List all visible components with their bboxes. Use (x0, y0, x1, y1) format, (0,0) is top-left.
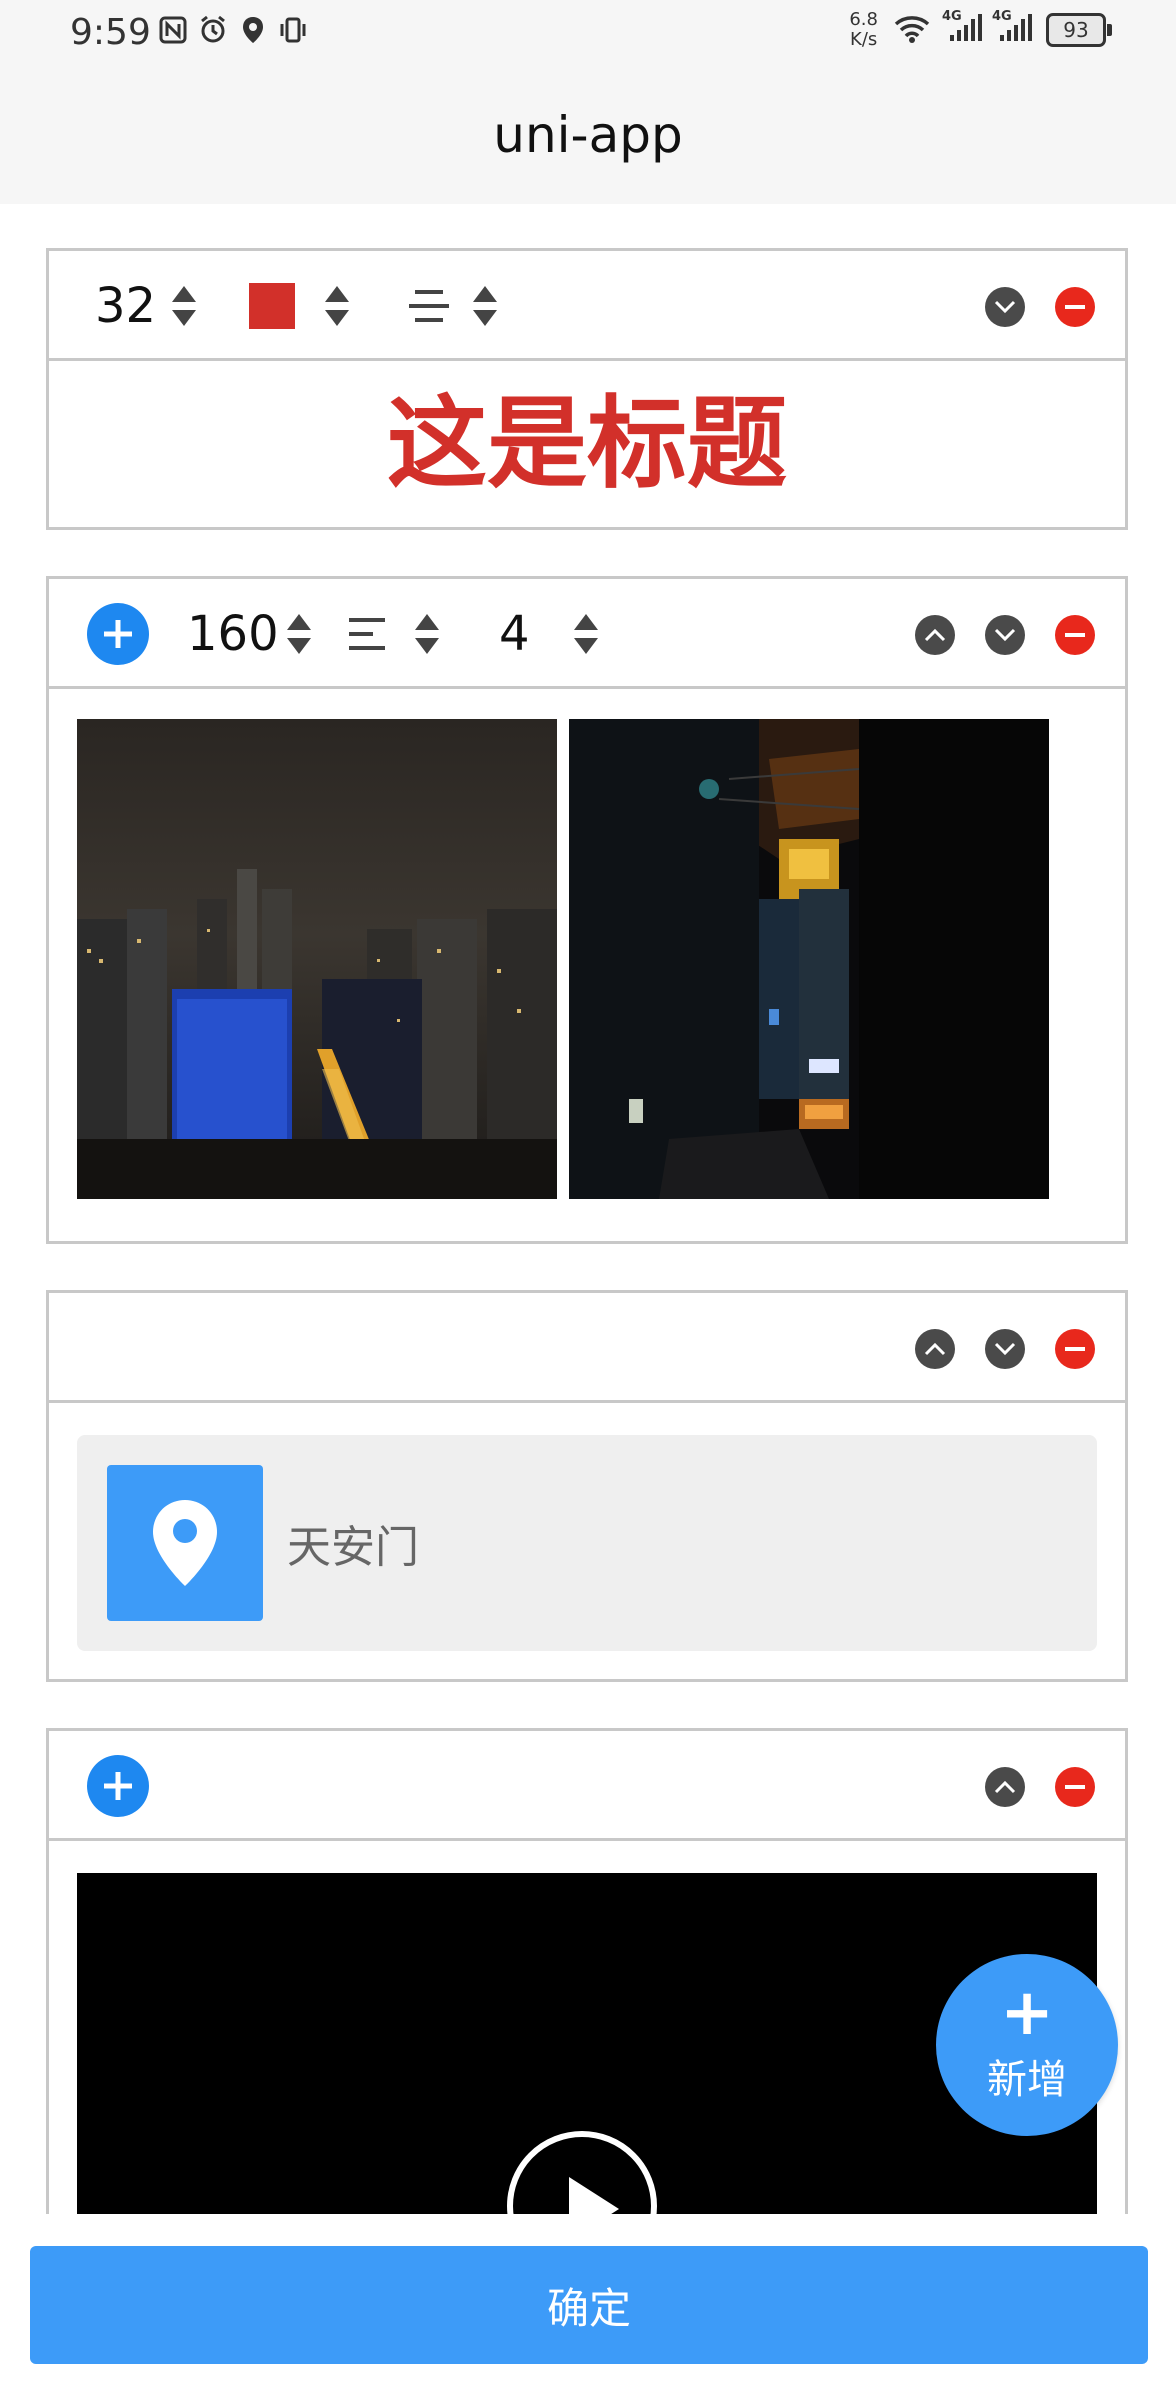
confirm-button[interactable]: 确定 (30, 2246, 1148, 2364)
add-video-button[interactable] (87, 1755, 149, 1817)
signal-icon-1: 4G (942, 9, 982, 47)
minus-icon (1065, 1347, 1085, 1351)
location-icon (238, 14, 268, 46)
chevron-down-icon (994, 300, 1016, 314)
minus-icon (1065, 305, 1085, 309)
image-align-stepper-icon[interactable] (413, 612, 441, 656)
map-pin-icon (107, 1465, 263, 1621)
move-up-button[interactable] (915, 1329, 955, 1369)
add-block-button[interactable]: + 新增 (936, 1954, 1118, 2136)
nfc-icon (158, 14, 188, 46)
status-time: 9:59 (70, 12, 151, 53)
minus-icon (1065, 633, 1085, 637)
font-size-value: 32 (95, 278, 157, 334)
add-block-label: 新增 (987, 2057, 1067, 2103)
font-size-stepper-icon[interactable] (170, 284, 198, 328)
bottom-bar: 确定 (0, 2214, 1176, 2400)
location-block-card: 天安门 (46, 1290, 1128, 1682)
night-city-skyline-photo[interactable] (77, 719, 557, 1199)
plus-icon (104, 1772, 132, 1800)
vibrate-icon (278, 14, 308, 46)
title-block-toolbar: 32 (49, 251, 1125, 361)
image-columns-control: 4 (499, 579, 600, 689)
align-left-icon[interactable] (347, 614, 387, 654)
add-image-button[interactable] (87, 603, 149, 665)
page-title: uni-app (493, 106, 683, 164)
plus-icon (104, 620, 132, 648)
image-height-stepper-icon[interactable] (285, 612, 313, 656)
move-up-button[interactable] (915, 615, 955, 655)
status-left-icons (158, 14, 308, 46)
image-block-toolbar: 160 4 (49, 579, 1125, 689)
font-size-control: 32 (95, 251, 198, 361)
video-block-toolbar (49, 1731, 1125, 1841)
delete-block-button[interactable] (1055, 1767, 1095, 1807)
wifi-icon (892, 12, 932, 48)
delete-block-button[interactable] (1055, 287, 1095, 327)
location-block-toolbar (49, 1293, 1125, 1403)
signal-1-label: 4G (942, 9, 962, 24)
navigation-bar: uni-app (0, 72, 1176, 204)
move-down-button[interactable] (985, 287, 1025, 327)
color-control (249, 251, 351, 361)
night-alley-photo[interactable] (569, 719, 1049, 1199)
align-control (407, 251, 499, 361)
image-block-card: 160 4 (46, 576, 1128, 1244)
delete-block-button[interactable] (1055, 1329, 1095, 1369)
status-bar: 9:59 6.8 K/s 4G 4G 93 (0, 0, 1176, 72)
location-item[interactable]: 天安门 (77, 1435, 1097, 1651)
chevron-up-icon (924, 1342, 946, 1356)
align-center-icon[interactable] (407, 286, 451, 326)
plus-icon: + (1000, 1976, 1054, 2050)
move-up-button[interactable] (985, 1767, 1025, 1807)
image-columns-value: 4 (499, 606, 530, 662)
move-down-button[interactable] (985, 1329, 1025, 1369)
network-speed-value: 6.8 (849, 9, 878, 30)
delete-block-button[interactable] (1055, 615, 1095, 655)
status-right: 6.8 K/s 4G 4G 93 (849, 9, 1112, 50)
image-align-control (347, 579, 441, 689)
chevron-up-icon (924, 628, 946, 642)
title-block-card: 32 这是标题 (46, 248, 1128, 530)
chevron-down-icon (994, 628, 1016, 642)
alarm-icon (198, 14, 228, 46)
battery-icon: 93 (1046, 13, 1112, 47)
chevron-up-icon (994, 1780, 1016, 1794)
move-down-button[interactable] (985, 615, 1025, 655)
color-swatch[interactable] (249, 283, 295, 329)
minus-icon (1065, 1785, 1085, 1789)
image-columns-stepper-icon[interactable] (572, 612, 600, 656)
align-stepper-icon[interactable] (471, 284, 499, 328)
color-stepper-icon[interactable] (323, 284, 351, 328)
network-speed-unit: K/s (850, 29, 878, 50)
image-height-value: 160 (187, 606, 279, 662)
network-speed: 6.8 K/s (849, 10, 878, 50)
image-height-control: 160 (187, 579, 313, 689)
signal-icon-2: 4G (992, 9, 1032, 47)
block-title-text[interactable]: 这是标题 (49, 361, 1125, 527)
location-name: 天安门 (287, 1522, 419, 1573)
chevron-down-icon (994, 1342, 1016, 1356)
signal-2-label: 4G (992, 9, 1012, 24)
